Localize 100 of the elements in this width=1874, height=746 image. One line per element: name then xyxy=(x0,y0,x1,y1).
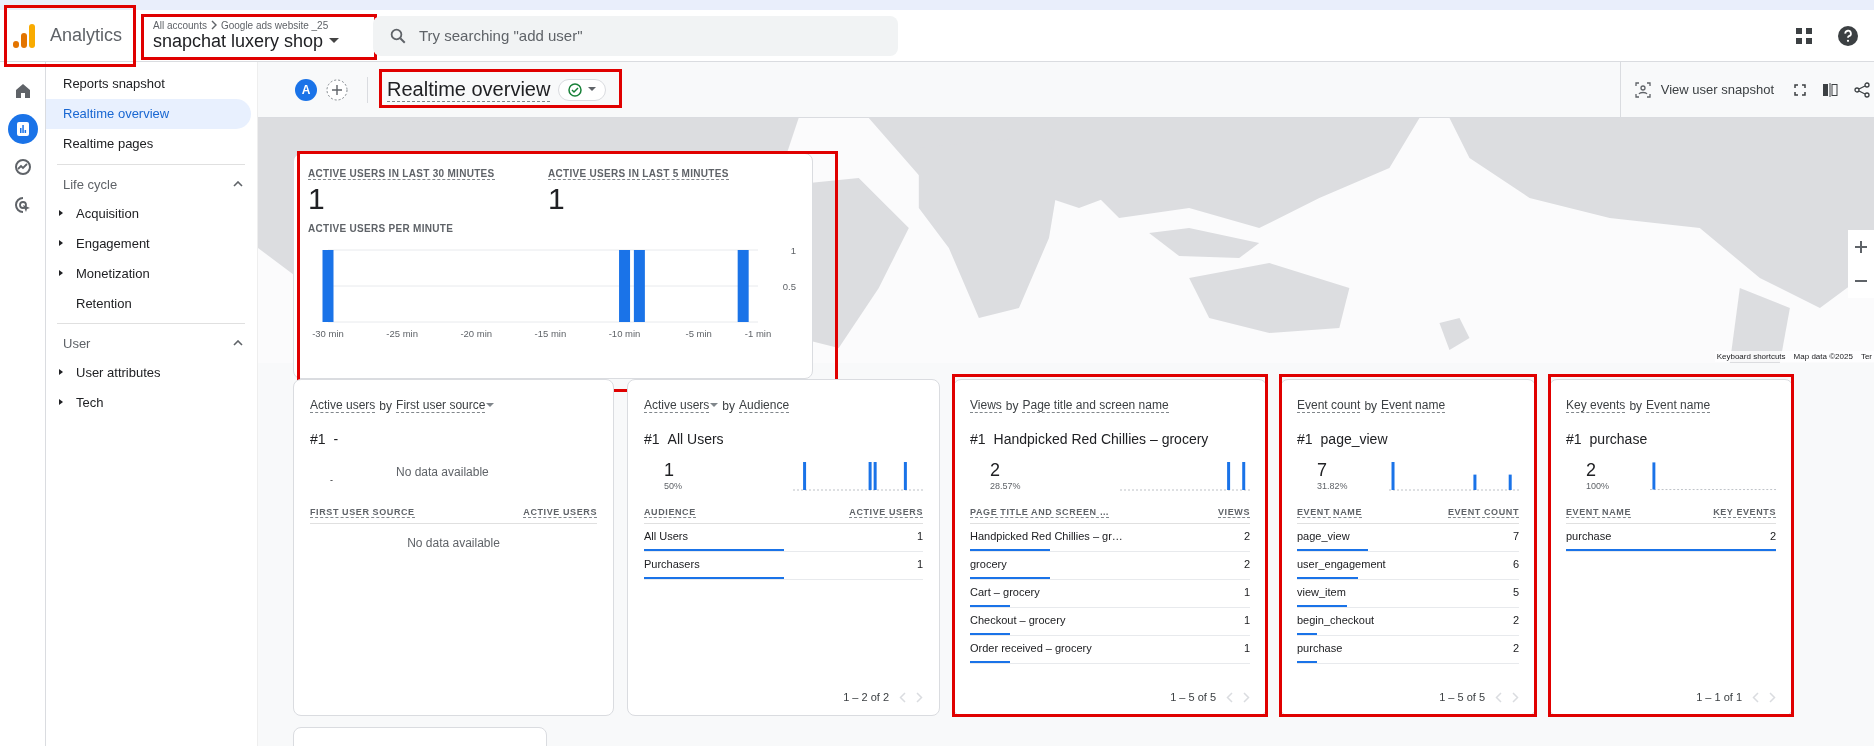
column-header[interactable]: FIRST USER SOURCE xyxy=(310,507,415,518)
sidebar-item[interactable]: Retention xyxy=(46,288,257,318)
top-item-percent: 31.82% xyxy=(1317,481,1349,491)
chevron-right-icon xyxy=(209,20,218,30)
share-icon[interactable] xyxy=(1854,81,1870,98)
fullscreen-icon[interactable] xyxy=(1794,83,1806,96)
column-header[interactable]: PAGE TITLE AND SCREEN … xyxy=(970,507,1110,518)
table-cell: view_item xyxy=(1297,586,1346,598)
table-cell: user_engagement xyxy=(1297,558,1386,570)
title-text: by xyxy=(722,398,736,413)
chart-title: ACTIVE USERS PER MINUTE xyxy=(308,223,455,234)
sidebar-item[interactable]: Engagement xyxy=(46,228,257,258)
sidebar-item[interactable]: Reports snapshot xyxy=(46,69,251,99)
metric-selector[interactable]: Active users xyxy=(310,398,376,413)
search-field[interactable]: Try searching "add user" xyxy=(373,15,898,56)
x-tick-label: -10 min xyxy=(608,328,641,339)
dimension-selector[interactable]: Page title and screen name xyxy=(1022,398,1169,413)
table-cell: Checkout – grocery xyxy=(970,614,1066,626)
metric-selector[interactable]: Event count xyxy=(1297,398,1361,413)
map-attribution[interactable]: Ter xyxy=(1860,352,1872,361)
bar-chart-icon xyxy=(15,122,30,136)
sidebar-item[interactable]: Monetization xyxy=(46,258,257,288)
column-header[interactable]: KEY EVENTS xyxy=(1713,507,1776,518)
trend-circle-icon xyxy=(13,158,32,176)
expand-arrow-icon[interactable] xyxy=(58,398,64,406)
y-tick-label: 1 xyxy=(790,245,796,256)
table-cell: Cart – grocery xyxy=(970,586,1040,598)
metric-label: ACTIVE USERS IN LAST 5 MINUTES xyxy=(548,168,729,180)
metric-selector[interactable]: Active users xyxy=(644,398,719,413)
table-cell: 2 xyxy=(1512,642,1519,654)
top-item-name: - xyxy=(333,431,339,447)
page-title: Realtime overview xyxy=(387,77,551,102)
table-cell: All Users xyxy=(644,530,688,542)
expand-arrow-icon[interactable] xyxy=(58,269,64,277)
dimension-selector[interactable]: Event name xyxy=(1381,398,1446,413)
column-header[interactable]: EVENT NAME xyxy=(1566,507,1631,518)
metric-selector[interactable]: Key events xyxy=(1566,398,1626,413)
table-cell: Purchasers xyxy=(644,558,700,570)
table-cell: 2 xyxy=(1243,558,1250,570)
title-text: by xyxy=(379,398,393,413)
metric-selector[interactable]: Views xyxy=(970,398,1002,413)
rank-label: #1 xyxy=(970,431,986,447)
top-item-value: - xyxy=(330,475,334,487)
table-cell: 2 xyxy=(1512,614,1519,626)
sidebar-item[interactable]: Realtime pages xyxy=(46,129,251,159)
breadcrumb-link[interactable]: Google ads website _25 xyxy=(220,19,329,31)
status-dropdown[interactable] xyxy=(558,78,607,101)
x-tick-label: -1 min xyxy=(744,328,772,339)
table-cell: 7 xyxy=(1512,530,1519,542)
column-header[interactable]: VIEWS xyxy=(1218,507,1250,518)
sidebar-item[interactable]: User attributes xyxy=(46,357,257,387)
pagination-label: 1 – 5 of 5 xyxy=(1170,691,1216,703)
add-comparison-icon[interactable] xyxy=(326,78,348,101)
apps-icon[interactable] xyxy=(1796,27,1812,44)
pagination-label: 1 – 1 of 1 xyxy=(1696,691,1742,703)
chevron-icon[interactable] xyxy=(233,181,243,187)
sidebar-item[interactable]: Tech xyxy=(46,387,257,417)
product-name: Analytics xyxy=(50,25,123,46)
column-header[interactable]: EVENT NAME xyxy=(1297,507,1362,518)
top-item-value: 7 xyxy=(1317,460,1328,481)
caret-icon xyxy=(329,38,340,44)
table-cell: purchase xyxy=(1566,530,1612,542)
map-attribution[interactable]: Map data ©2025 xyxy=(1793,352,1853,361)
sidebar-item[interactable]: Acquisition xyxy=(46,198,257,228)
table-cell: 1 xyxy=(1243,586,1250,598)
compare-columns-icon[interactable] xyxy=(1822,82,1838,97)
view-user-snapshot-button[interactable]: View user snapshot xyxy=(1630,77,1778,102)
avatar[interactable]: A xyxy=(295,78,317,101)
column-header[interactable]: AUDIENCE xyxy=(644,507,696,518)
analytics-logo-icon xyxy=(12,22,36,49)
metric-value: 1 xyxy=(548,182,565,216)
top-item-name: Handpicked Red Chillies – grocery xyxy=(993,431,1209,447)
rank-label: #1 xyxy=(644,431,660,447)
column-header[interactable]: ACTIVE USERS xyxy=(849,507,923,518)
column-header[interactable]: ACTIVE USERS xyxy=(523,507,597,518)
nav-rail-button[interactable] xyxy=(7,114,38,144)
sidebar-item[interactable]: Realtime overview xyxy=(46,99,251,129)
table-cell: 2 xyxy=(1769,530,1776,542)
property-selector[interactable]: snapchat luxery shop xyxy=(153,30,373,52)
rank-label: #1 xyxy=(310,431,326,447)
caret-icon xyxy=(710,403,719,408)
help-icon[interactable] xyxy=(1838,25,1858,46)
table-cell: begin_checkout xyxy=(1297,614,1375,626)
breadcrumb-link[interactable]: All accounts xyxy=(153,19,207,31)
expand-arrow-icon[interactable] xyxy=(58,239,64,247)
expand-arrow-icon[interactable] xyxy=(58,209,64,217)
expand-arrow-icon[interactable] xyxy=(58,368,64,376)
empty-message: No data available xyxy=(407,536,500,550)
title-text: by xyxy=(1629,398,1643,413)
column-header[interactable]: EVENT COUNT xyxy=(1447,507,1519,518)
dimension-selector[interactable]: Audience xyxy=(739,398,790,413)
top-item-value: 2 xyxy=(1586,460,1597,481)
table-cell: 1 xyxy=(916,530,923,542)
map-attribution[interactable]: Keyboard shortcuts xyxy=(1716,352,1786,361)
home-icon xyxy=(14,83,31,99)
dimension-selector[interactable]: First user source xyxy=(396,398,495,413)
chevron-icon[interactable] xyxy=(233,340,243,346)
rank-label: #1 xyxy=(1566,431,1582,447)
zoom-in-icon[interactable] xyxy=(1854,240,1868,254)
dimension-selector[interactable]: Event name xyxy=(1646,398,1711,413)
